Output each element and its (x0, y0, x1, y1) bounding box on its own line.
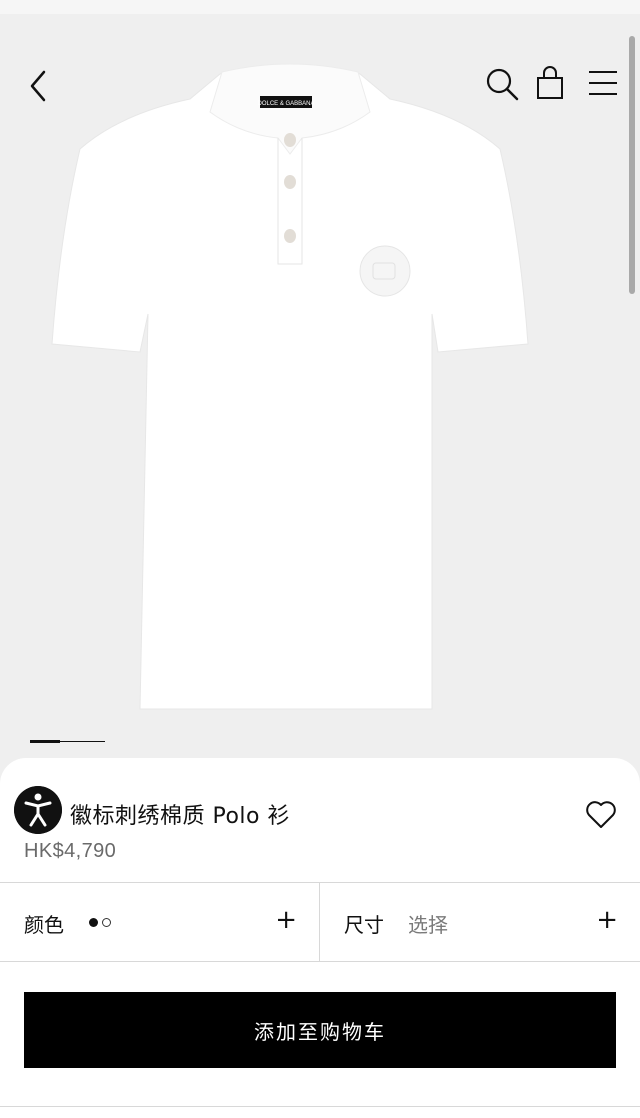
size-selector[interactable]: 尺寸 选择 + (320, 883, 640, 961)
scrollbar[interactable] (629, 36, 635, 294)
product-title: 徽标刺绣棉质 Polo 衫 (70, 804, 291, 829)
add-to-cart-button[interactable]: 添加至购物车 (24, 992, 616, 1068)
size-hint: 选择 (408, 913, 448, 937)
product-info-panel: 徽标刺绣棉质 Polo 衫 HK$4,790 颜色 + 尺寸 选择 + 添加至购… (0, 758, 640, 1118)
color-selector[interactable]: 颜色 + (0, 883, 320, 961)
product-image: DOLCE & GABBANA (51, 63, 529, 710)
embroidered-logo (359, 245, 411, 297)
status-strip (0, 0, 640, 14)
color-swatch-white[interactable] (102, 918, 111, 927)
shopping-bag-icon[interactable] (534, 66, 566, 102)
product-price: HK$4,790 (24, 840, 117, 862)
size-label: 尺寸 (344, 913, 384, 937)
color-swatch-black[interactable] (89, 918, 98, 927)
carousel-dot[interactable] (60, 741, 105, 742)
chevron-left-icon[interactable] (24, 68, 56, 104)
accessibility-icon[interactable] (14, 786, 62, 834)
expand-plus-icon[interactable]: + (275, 907, 297, 933)
heart-icon[interactable] (584, 798, 618, 832)
color-label: 颜色 (24, 913, 64, 937)
product-image-carousel[interactable]: DOLCE & GABBANA (0, 14, 640, 774)
top-navigation-bar (0, 54, 640, 114)
carousel-dot-active[interactable] (30, 740, 60, 743)
option-selectors: 颜色 + 尺寸 选择 + (0, 882, 640, 962)
expand-plus-icon[interactable]: + (596, 907, 618, 933)
hamburger-menu-icon[interactable] (586, 68, 620, 98)
search-icon[interactable] (484, 66, 520, 102)
divider (0, 1106, 640, 1107)
